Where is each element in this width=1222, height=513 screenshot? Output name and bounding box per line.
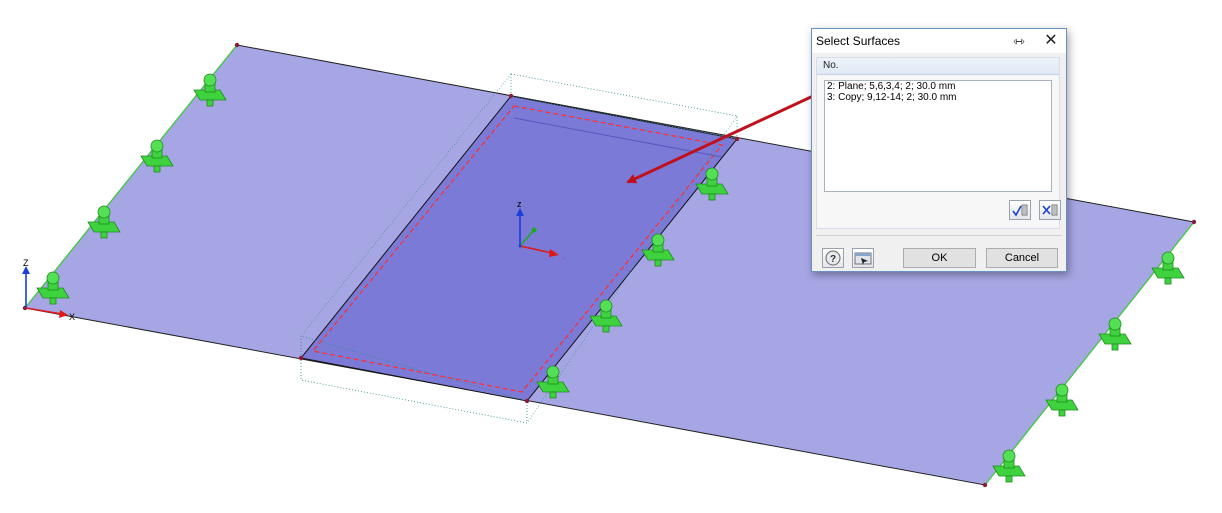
help-button[interactable]: ?	[822, 248, 844, 268]
list-item[interactable]: 3: Copy; 9,12-14; 2; 30.0 mm	[825, 92, 1051, 103]
select-all-button[interactable]	[1009, 200, 1031, 220]
deselect-all-button[interactable]	[1039, 200, 1061, 220]
pin-icon[interactable]: ⇿	[1006, 30, 1032, 52]
node[interactable]	[982, 482, 988, 488]
node[interactable]	[524, 398, 530, 404]
column-header-no: No.	[823, 60, 839, 71]
ok-button[interactable]: OK	[903, 248, 976, 268]
dialog-titlebar[interactable]: Select Surfaces ⇿ ✕	[812, 29, 1066, 53]
node[interactable]	[734, 136, 740, 142]
surface-list[interactable]: 2: Plane; 5,6,3,4; 2; 30.0 mm 3: Copy; 9…	[824, 80, 1052, 192]
node[interactable]	[298, 355, 304, 361]
pick-in-view-icon	[854, 252, 872, 265]
help-icon: ?	[825, 250, 841, 266]
global-x-label: X	[69, 312, 75, 322]
select-surfaces-dialog: Select Surfaces ⇿ ✕ No. 2: Plane; 5,6,3,…	[811, 28, 1067, 272]
node[interactable]	[508, 93, 514, 99]
cancel-button[interactable]: Cancel	[986, 248, 1058, 268]
deselect-all-icon	[1042, 204, 1058, 216]
local-z-label: z	[517, 199, 522, 209]
node[interactable]	[234, 42, 240, 48]
pick-in-view-button[interactable]	[852, 248, 874, 268]
dialog-body: No. 2: Plane; 5,6,3,4; 2; 30.0 mm 3: Cop…	[816, 57, 1061, 229]
close-icon[interactable]: ✕	[1038, 30, 1064, 52]
list-header: No.	[817, 58, 1059, 75]
node[interactable]	[1191, 219, 1197, 225]
svg-text:?: ?	[830, 254, 836, 265]
select-all-icon	[1012, 204, 1028, 217]
global-z-label: Z	[23, 258, 29, 268]
dialog-separator	[816, 235, 1062, 236]
list-item[interactable]: 2: Plane; 5,6,3,4; 2; 30.0 mm	[825, 81, 1051, 92]
local-y-marker: ·	[562, 254, 565, 263]
dialog-title: Select Surfaces	[816, 34, 901, 48]
